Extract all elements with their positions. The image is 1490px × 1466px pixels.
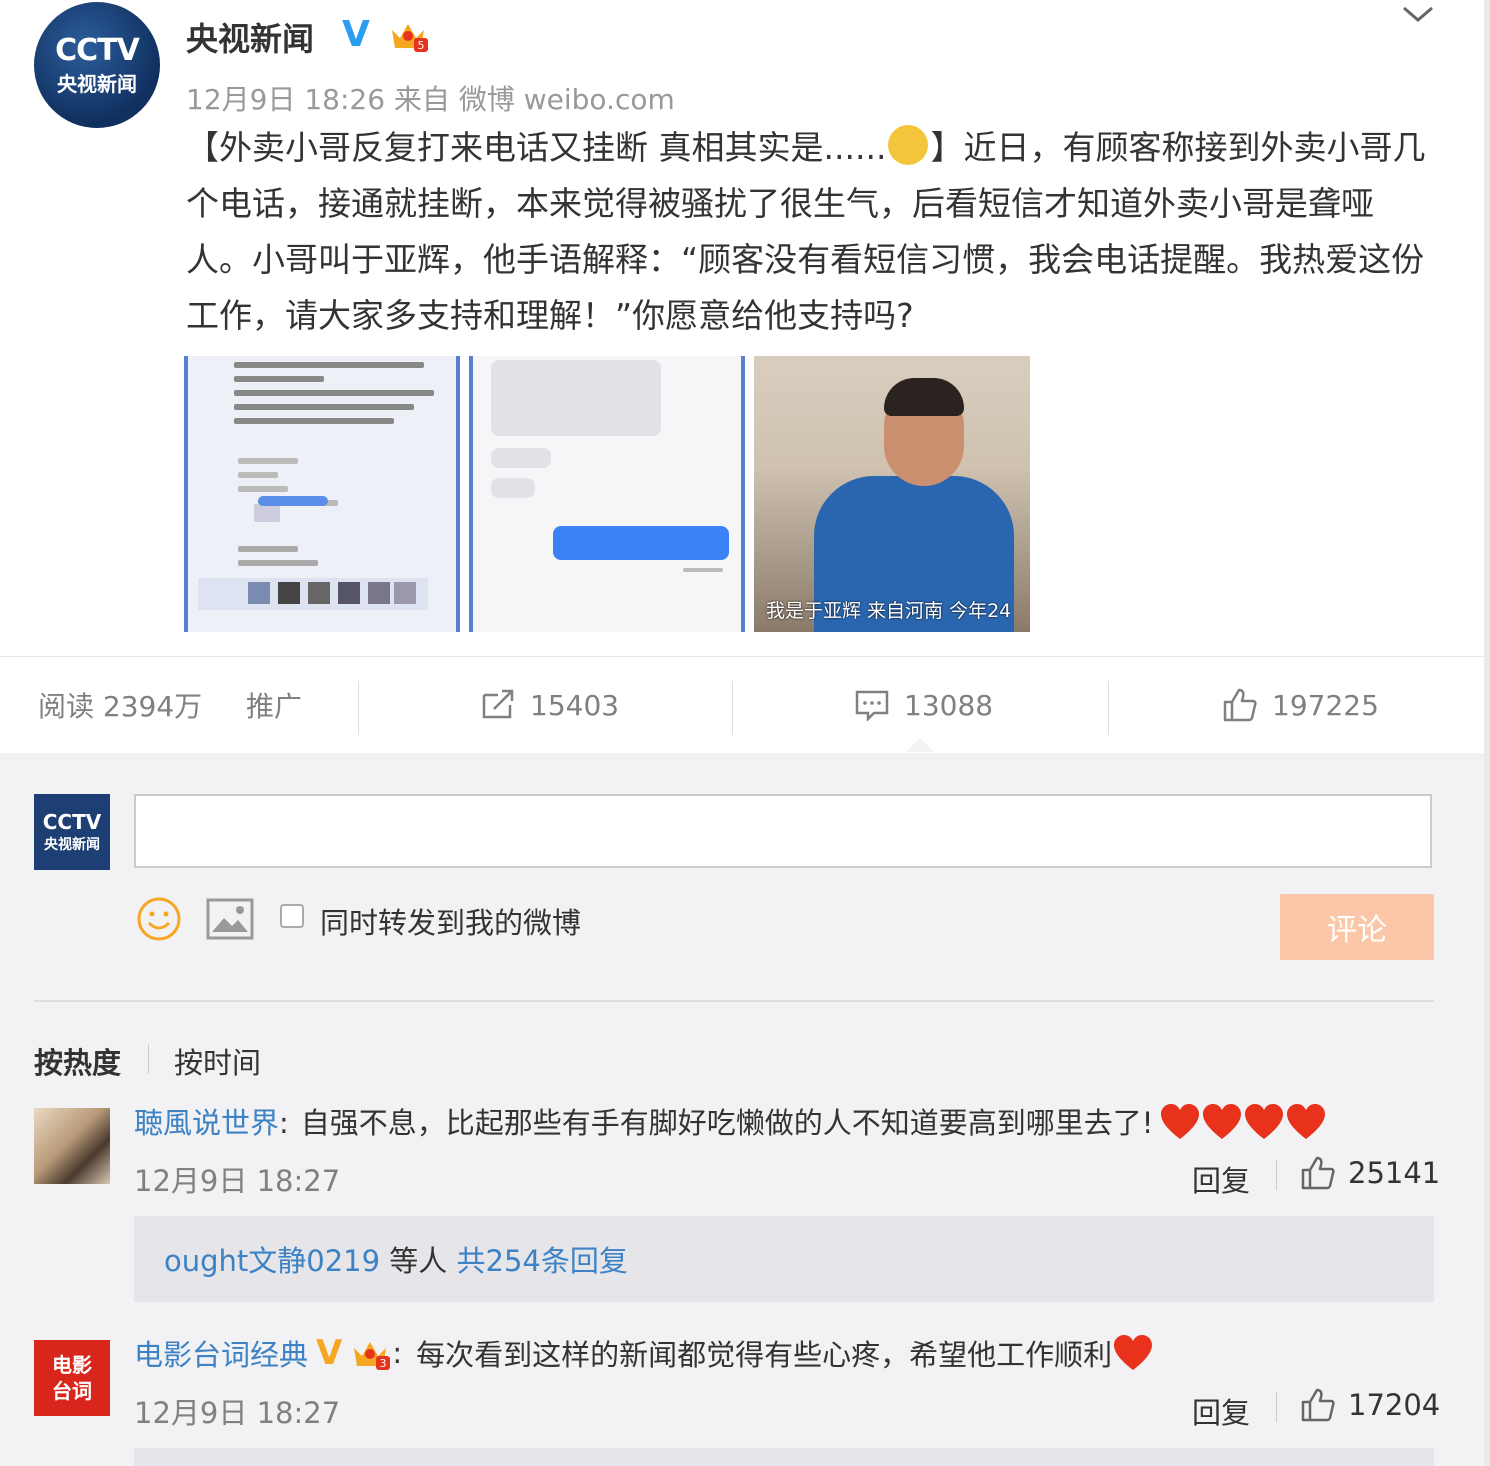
thumbs-up-icon xyxy=(1301,1156,1335,1190)
action-divider xyxy=(1276,1160,1277,1190)
sub-reply-total-link[interactable]: 共254条回复 xyxy=(457,1238,628,1280)
thumbs-up-icon xyxy=(1223,688,1257,722)
scrollbar[interactable] xyxy=(1484,0,1490,1466)
comment-avatar[interactable] xyxy=(34,1108,110,1184)
post-image-1[interactable] xyxy=(184,356,460,632)
promote-link[interactable]: 推广 xyxy=(246,657,302,753)
divider xyxy=(34,1000,1434,1002)
comment-like-count: 25141 xyxy=(1348,1156,1441,1190)
comment-like-count: 17204 xyxy=(1348,1388,1441,1422)
submit-comment-button[interactable]: 评论 xyxy=(1280,894,1434,960)
heart-emoji-icon xyxy=(1286,1104,1325,1139)
like-count: 197225 xyxy=(1272,688,1379,722)
svg-text:5: 5 xyxy=(418,39,425,52)
comment-text: 自强不息，比起那些有手有脚好吃懒做的人不知道要高到哪里去了! xyxy=(300,1106,1154,1140)
avatar-logo-text: CCTV xyxy=(55,33,140,68)
verified-v-icon: V xyxy=(342,14,370,55)
thumbs-up-icon xyxy=(1301,1388,1335,1422)
heart-emoji-icon xyxy=(1202,1104,1241,1139)
chevron-down-icon[interactable] xyxy=(1400,2,1436,26)
sub-replies-box xyxy=(134,1448,1434,1466)
sub-reply-user[interactable]: ought文静0219 xyxy=(164,1238,380,1280)
svg-text:3: 3 xyxy=(380,1357,387,1370)
sort-by-time[interactable]: 按时间 xyxy=(174,1040,261,1082)
sort-divider xyxy=(148,1044,149,1074)
comment-time: 12月9日 18:27 xyxy=(134,1164,341,1198)
reply-button[interactable]: 回复 xyxy=(1192,1158,1250,1200)
comment-count: 13088 xyxy=(904,688,994,722)
comment-colon: : xyxy=(279,1106,289,1140)
member-crown-icon: 3 xyxy=(354,1342,391,1370)
verified-v-icon: V xyxy=(316,1333,343,1373)
post-text-part1: 【外卖小哥反复打来电话又挂断 真相其实是...... xyxy=(186,128,887,167)
action-divider xyxy=(1276,1392,1277,1422)
comment-icon xyxy=(855,690,889,721)
comment-time: 12月9日 18:27 xyxy=(134,1396,341,1430)
author-name[interactable]: 央视新闻 xyxy=(186,14,314,60)
reply-button[interactable]: 回复 xyxy=(1192,1390,1250,1432)
sort-by-hot[interactable]: 按热度 xyxy=(34,1040,121,1082)
post-image-3[interactable]: 我是于亚辉 来自河南 今年24 xyxy=(754,356,1030,632)
comment-like-button[interactable]: 17204 xyxy=(1300,1388,1440,1422)
image-upload-icon[interactable] xyxy=(206,898,254,940)
heart-emoji-icon xyxy=(1244,1104,1283,1139)
sub-reply-text: 等人 xyxy=(380,1244,457,1278)
member-crown-icon: 5 xyxy=(392,24,428,52)
comment-like-button[interactable]: 25141 xyxy=(1300,1156,1440,1190)
my-avatar-name: 央视新闻 xyxy=(44,837,100,853)
post-text: 【外卖小哥反复打来电话又挂断 真相其实是...... 】近日，有顾客称接到外卖小哥… xyxy=(186,120,1436,344)
comment-colon: : xyxy=(392,1336,403,1370)
comment-body: 聴風说世界: 自强不息，比起那些有手有脚好吃懒做的人不知道要高到哪里去了! xyxy=(134,1100,1327,1142)
comment-text: 每次看到这样的新闻都觉得有些心疼，希望他工作顺利 xyxy=(416,1338,1113,1372)
comment-body: 电影台词经典 V 3 : 每次看到这样的新闻都觉得有些心疼，希望他工作顺利 xyxy=(134,1332,1154,1374)
my-avatar[interactable]: CCTV 央视新闻 xyxy=(34,794,110,870)
comment-input[interactable] xyxy=(134,794,1432,868)
post-meta: 12月9日 18:26 来自 微博 weibo.com xyxy=(186,83,675,116)
forward-button[interactable]: 15403 xyxy=(480,657,619,753)
author-avatar[interactable]: CCTV 央视新闻 xyxy=(34,2,160,128)
forward-count: 15403 xyxy=(530,688,620,722)
post-image-2[interactable] xyxy=(469,356,745,632)
forward-checkbox[interactable] xyxy=(280,904,304,928)
comment-avatar[interactable]: 电影 台词 xyxy=(34,1340,110,1416)
heart-emoji-icon xyxy=(1160,1104,1199,1139)
my-avatar-logo: CCTV xyxy=(42,810,102,834)
crying-emoji-icon xyxy=(888,125,929,165)
comment-username[interactable]: 聴風说世界 xyxy=(134,1106,279,1140)
forward-checkbox-label: 同时转发到我的微博 xyxy=(320,906,582,940)
forward-icon xyxy=(482,689,514,719)
stats-bar: 阅读 2394万 推广 15403 13088 197225 xyxy=(0,656,1484,754)
like-button[interactable]: 197225 xyxy=(1222,657,1379,753)
avatar-text-line1: 电影 xyxy=(52,1353,92,1377)
read-count: 阅读 2394万 xyxy=(38,690,203,723)
heart-emoji-icon xyxy=(1114,1335,1153,1370)
image-caption: 我是于亚辉 来自河南 今年24 xyxy=(766,600,1012,622)
avatar-name-text: 央视新闻 xyxy=(57,72,137,96)
avatar-text-line2: 台词 xyxy=(52,1379,92,1403)
comment-username[interactable]: 电影台词经典 xyxy=(134,1332,308,1374)
emoji-smile-icon[interactable] xyxy=(136,896,182,942)
pointer-arrow xyxy=(906,738,934,752)
sub-replies-box[interactable]: ought文静0219 等人 共254条回复 xyxy=(134,1216,1434,1302)
